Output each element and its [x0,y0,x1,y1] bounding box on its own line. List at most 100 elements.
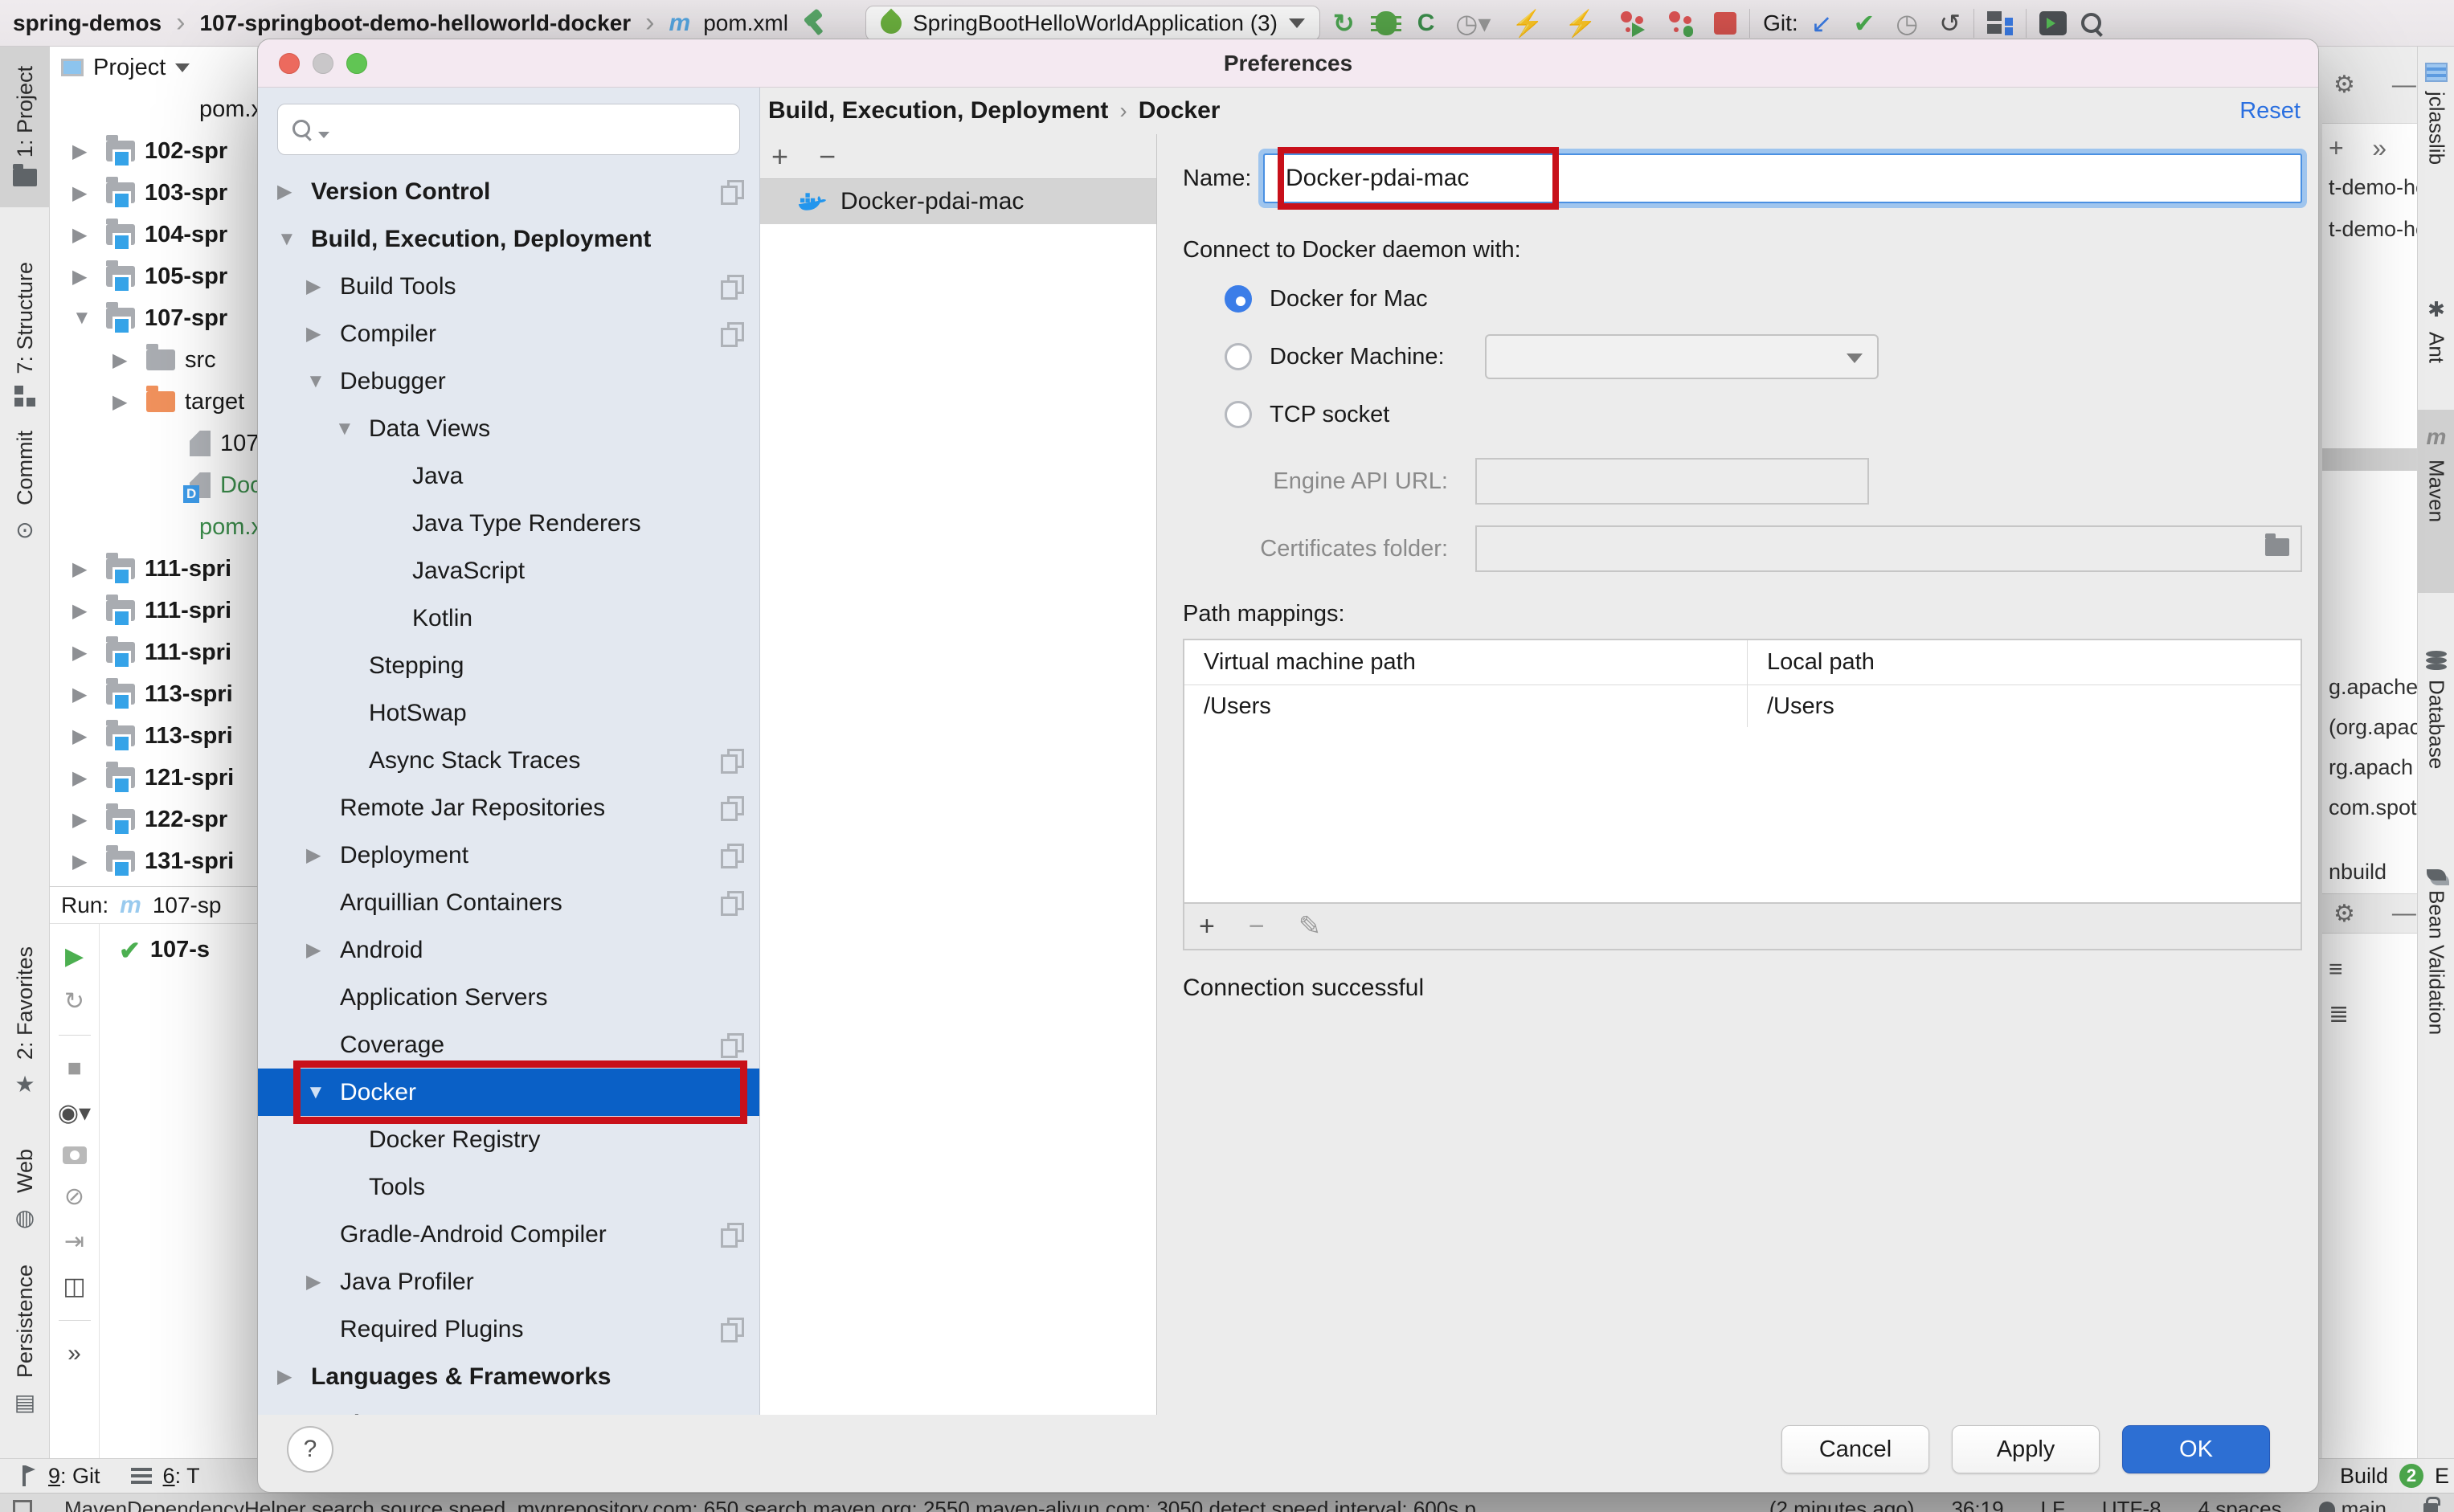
help-button[interactable]: ? [287,1426,333,1473]
tree-arrow-icon[interactable] [72,558,101,581]
settings-tree-item[interactable]: HotSwap [258,689,759,737]
settings-tree-item[interactable]: Tools [258,1163,759,1211]
tool-button-bean-validation[interactable]: Bean Validation [2418,869,2454,1035]
column-header-vm-path[interactable]: Virtual machine path [1184,640,1747,684]
tree-arrow-icon[interactable] [72,223,101,247]
project-tree-row[interactable]: 121-spri [50,757,257,799]
tool-button-commit[interactable]: Commit ⊙ [0,431,50,543]
search-options-caret-icon[interactable] [318,132,329,138]
tree-arrow-icon[interactable] [306,1081,333,1104]
browse-folder-icon[interactable] [2265,538,2289,556]
toolwindow-toggle-icon[interactable] [13,1500,32,1512]
settings-tree-item[interactable]: Android [258,926,759,974]
tree-arrow-icon[interactable] [72,725,101,748]
run-anything-icon[interactable] [2039,11,2067,35]
git-history-icon[interactable]: ◷ [1896,10,1918,36]
ok-button[interactable]: OK [2122,1425,2270,1473]
radio-off-icon[interactable] [1225,343,1252,370]
git-update-icon[interactable]: ↙ [1811,10,1833,36]
hide-panel-icon[interactable]: — [2392,72,2416,99]
tree-arrow-icon[interactable] [72,140,101,163]
tree-arrow-icon[interactable] [72,641,101,664]
tool-button-jclasslib[interactable]: jclasslib [2418,63,2454,165]
mute-breakpoints-icon[interactable]: ⊘ [64,1185,84,1209]
project-tree-row[interactable]: 107-spr [50,297,257,339]
tree-arrow-icon[interactable] [72,808,101,832]
rerun-failed-icon[interactable]: ↻ [64,990,84,1014]
sort-icon[interactable]: ≡ [2329,956,2417,983]
project-tree-row[interactable]: 107-s [50,423,257,464]
project-tree-row[interactable]: 102-spr [50,130,257,172]
remove-mapping-button[interactable]: − [1249,911,1265,942]
settings-tree-item[interactable]: Docker [258,1069,759,1116]
stop-button[interactable] [1714,12,1736,35]
tree-arrow-icon[interactable] [72,307,101,329]
project-tree-row[interactable]: src [50,339,257,381]
debug-button[interactable] [1376,11,1397,35]
split-view-icon[interactable]: ◫ [63,1275,85,1299]
settings-tree-item[interactable]: Gradle-Android Compiler [258,1211,759,1258]
maven-dep-row[interactable]: rg.apach [2329,755,2417,780]
tool-button-maven[interactable]: m Maven [2418,424,2454,522]
encoding[interactable]: UTF-8 [2102,1495,2162,1512]
maven-dep-row[interactable]: g.apache [2329,675,2417,700]
tree-arrow-icon[interactable] [277,228,305,251]
settings-tree-item[interactable]: Arquillian Containers [258,879,759,926]
maven-module-row[interactable]: t-demo-he [2329,217,2417,242]
breadcrumb-file[interactable]: pom.xml [703,10,788,36]
settings-tree-item[interactable]: Async Stack Traces [258,737,759,784]
tool-button-database[interactable]: Database [2418,651,2454,769]
profiler-icon[interactable]: ◷▾ [1455,10,1491,36]
run-button[interactable]: ↻ [1333,10,1355,36]
git-commit-icon[interactable]: ✔ [1853,10,1875,36]
tree-arrow-icon[interactable] [277,1365,305,1388]
gear-icon[interactable]: ⚙ [2333,900,2355,928]
project-tree-row[interactable]: 113-spri [50,673,257,715]
breadcrumb-module[interactable]: 107-springboot-demo-helloworld-docker [199,10,631,36]
settings-tree-item[interactable]: Java [258,452,759,500]
settings-tree-item[interactable]: Application Servers [258,974,759,1021]
settings-tree-item[interactable]: Compiler [258,310,759,358]
tree-arrow-icon[interactable] [72,683,101,706]
add-docker-button[interactable]: + [771,140,788,174]
settings-tree-item[interactable]: Version Control [258,168,759,215]
settings-tree-item[interactable]: Kotlin [258,595,759,642]
jump-to-source-icon[interactable]: ⇥ [64,1230,84,1254]
radio-docker-machine[interactable]: Docker Machine: [1183,334,2302,379]
project-tree-row[interactable]: 111-spri [50,590,257,631]
search-everywhere-icon[interactable] [2080,11,2104,35]
event-count-badge[interactable]: 2 [2399,1464,2423,1488]
maven-dep-row[interactable]: nbuild [2329,860,2417,885]
project-tree-row[interactable]: 131-spri [50,840,257,882]
settings-tree-item[interactable]: Docker Registry [258,1116,759,1163]
tree-arrow-icon[interactable] [72,265,101,288]
expand-icon[interactable]: ≣ [2329,1000,2417,1028]
dialog-titlebar[interactable]: Preferences [258,39,2318,88]
tool-button-git[interactable]: 9: Git [48,1464,100,1489]
maven-dep-row[interactable]: (org.apac [2329,715,2417,740]
tree-arrow-icon[interactable] [306,322,333,345]
tool-button-web[interactable]: Web ◍ [0,1149,50,1231]
settings-tree-item[interactable]: Build, Execution, Deployment [258,215,759,263]
project-tree-row[interactable]: Dockerfile [50,464,257,506]
zoom-window-button[interactable] [346,53,367,74]
attach-profiler-icon[interactable] [1618,10,1645,37]
radio-tcp-socket[interactable]: TCP socket [1183,392,2302,437]
column-header-local-path[interactable]: Local path [1747,640,2301,684]
project-tree-row[interactable]: 111-spri [50,548,257,590]
settings-tree-item[interactable]: Data Views [258,405,759,452]
minimize-window-button[interactable] [313,53,333,74]
tree-arrow-icon[interactable] [72,599,101,623]
rerun-icon[interactable]: ▶ [65,945,84,969]
tree-arrow-icon[interactable] [335,418,362,440]
settings-tree-item[interactable]: Java Type Renderers [258,500,759,547]
settings-tree-item[interactable]: Build Tools [258,263,759,310]
show-passed-eye-icon[interactable]: ◉▾ [58,1101,91,1126]
stop-icon[interactable]: ■ [67,1056,81,1081]
engine-api-url-input[interactable] [1475,458,1869,505]
project-tree-row[interactable]: target [50,381,257,423]
tree-arrow-icon[interactable] [112,349,141,372]
table-row[interactable]: /Users /Users [1184,685,2301,727]
tree-arrow-icon[interactable] [72,766,101,790]
settings-tree-item[interactable]: Java Profiler [258,1258,759,1306]
